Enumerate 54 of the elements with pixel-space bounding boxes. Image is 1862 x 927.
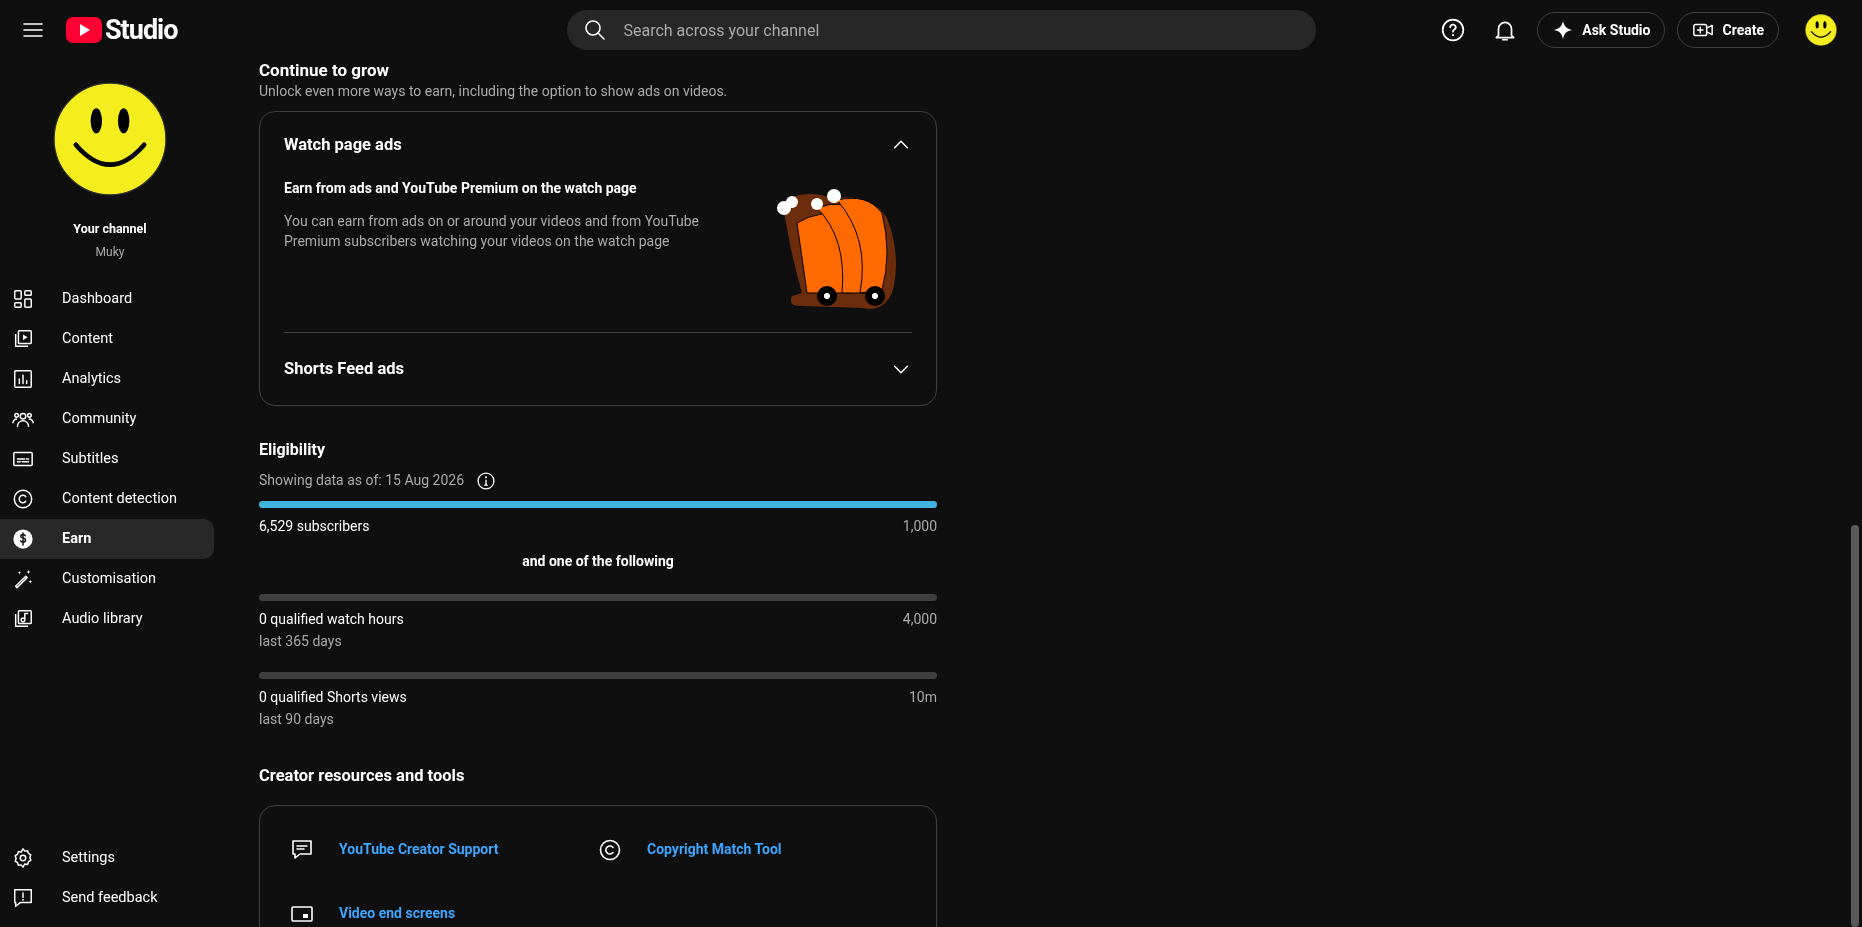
info-icon[interactable]: [476, 470, 496, 491]
requirement-target: 1,000: [902, 517, 937, 536]
sidebar-item[interactable]: Analytics: [0, 358, 214, 399]
sidebar-item[interactable]: Content detection: [0, 478, 214, 519]
sidebar-item[interactable]: Earn: [0, 518, 214, 559]
scrollbar-thumb[interactable]: [1851, 525, 1859, 927]
sidebar-item[interactable]: Settings: [0, 838, 220, 878]
requirement-target: 4,000: [902, 610, 937, 629]
accordion-header[interactable]: Shorts Feed ads: [284, 333, 912, 405]
accordion-header[interactable]: Watch page ads: [284, 112, 912, 178]
requirement-target: 10m: [909, 688, 937, 707]
sidebar-item[interactable]: Dashboard: [0, 278, 214, 319]
sidebar-item[interactable]: Community: [0, 398, 214, 439]
channel-title: Your channel: [73, 220, 147, 238]
search-icon: [583, 18, 608, 42]
bar-chart-icon: [12, 367, 34, 390]
requirement-label: 6,529 subscribers: [259, 517, 370, 536]
resource-link[interactable]: YouTube Creator Support: [290, 833, 499, 866]
logo-text[interactable]: Studio: [105, 16, 178, 44]
copyright-icon: [598, 837, 622, 862]
resource-link[interactable]: Copyright Match Tool: [598, 833, 782, 866]
section-subtitle: Unlock even more ways to earn, including the option to show ads on videos.: [259, 82, 729, 101]
panel-description: You can earn from ads on or around your videos and from YouTube Premium subscribers watching your videos on the watch page: [284, 212, 701, 251]
sidebar-item[interactable]: Customisation: [0, 558, 214, 599]
sidebar-item[interactable]: Send feedback: [0, 878, 220, 918]
message-icon: [290, 837, 314, 862]
video-library-icon: [12, 327, 34, 350]
dollar-icon: [12, 527, 34, 550]
search-field[interactable]: Search across your channel: [567, 10, 1317, 50]
panel-heading: Earn from ads and YouTube Premium on the watch page: [284, 179, 638, 198]
sidebar-item[interactable]: Content: [0, 318, 214, 359]
help-icon: [1440, 17, 1467, 43]
settings-icon: [12, 847, 34, 869]
dashboard-icon: [12, 287, 34, 310]
requirement-label: 0 qualified watch hours: [259, 610, 404, 629]
sidebar-item[interactable]: Audio library: [0, 598, 214, 639]
requirement-label: 0 qualified Shorts views: [259, 688, 407, 707]
copyright-icon: [12, 487, 34, 510]
avatar-icon[interactable]: [1805, 14, 1837, 46]
section-title: Continue to grow: [259, 60, 391, 80]
channel-name: Muky: [95, 243, 125, 261]
play-logo-icon[interactable]: [65, 16, 103, 44]
resource-link[interactable]: Video end screens: [290, 897, 456, 927]
requirement-period: last 365 days: [259, 632, 343, 651]
separator-text: and one of the following: [521, 552, 675, 571]
section-title: Eligibility: [259, 439, 326, 461]
magic-wand-icon: [12, 567, 34, 590]
channel-avatar-icon[interactable]: [53, 82, 167, 196]
sidebar-item[interactable]: Subtitles: [0, 438, 214, 479]
feedback-icon: [12, 887, 34, 909]
requirement-period: last 90 days: [259, 710, 335, 729]
section-title: Creator resources and tools: [259, 765, 466, 787]
data-date-label: Showing data as of: 15 Aug 2026: [259, 471, 464, 490]
music-library-icon: [12, 607, 34, 630]
